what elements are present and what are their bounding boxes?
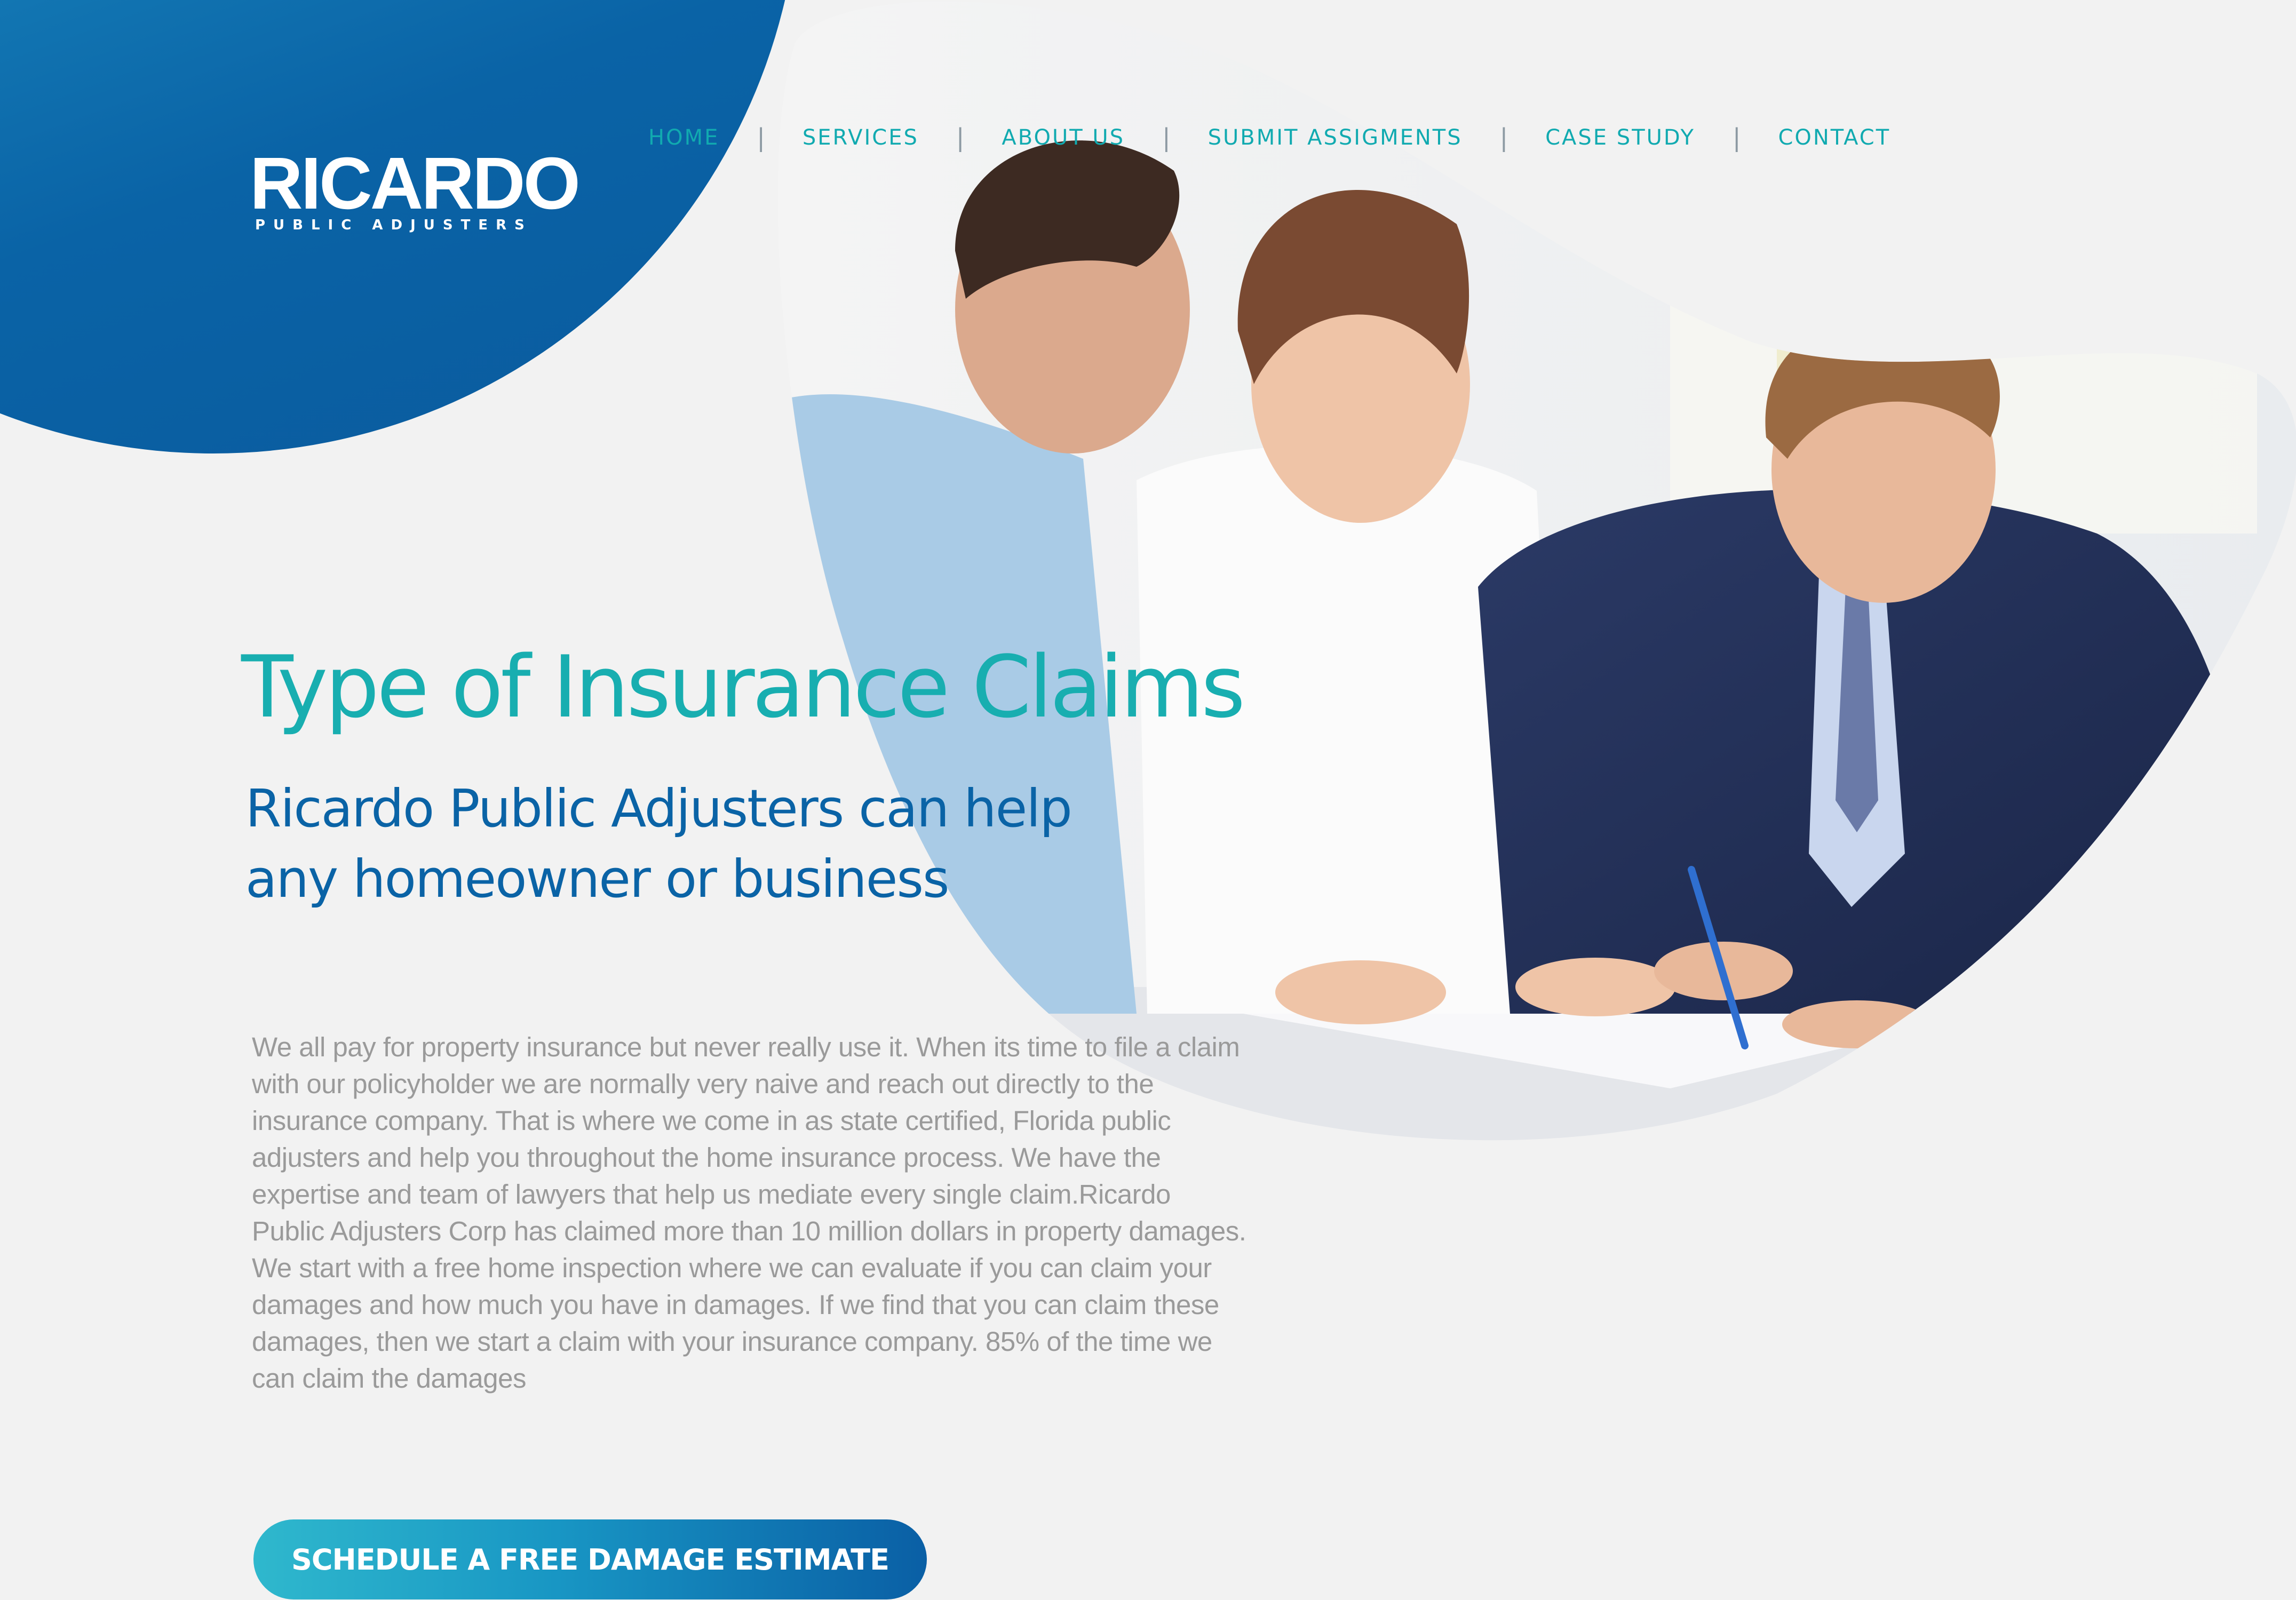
nav-separator: | (1499, 123, 1508, 152)
hero-body-text: We all pay for property insurance but ne… (252, 1032, 1246, 1394)
nav-submit-assignments[interactable]: SUBMIT ASSIGMENTS (1208, 125, 1463, 150)
main-nav: HOME | SERVICES | ABOUT US | SUBMIT ASSI… (648, 122, 1890, 154)
nav-separator: | (757, 123, 765, 152)
schedule-estimate-button[interactable]: SCHEDULE A FREE DAMAGE ESTIMATE (253, 1519, 927, 1599)
nav-home[interactable]: HOME (648, 125, 719, 150)
hero-subtitle-line-1: Ricardo Public Adjusters can help (245, 778, 1072, 839)
nav-separator: | (1162, 123, 1171, 152)
nav-case-study[interactable]: CASE STUDY (1545, 125, 1695, 150)
nav-separator: | (956, 123, 965, 152)
logo[interactable]: RICARDO PUBLIC ADJUSTERS (250, 115, 581, 237)
nav-separator: | (1732, 123, 1741, 152)
page: RICARDO PUBLIC ADJUSTERS HOME | SERVICES… (0, 0, 2296, 1600)
logo-tagline: PUBLIC ADJUSTERS (255, 217, 533, 233)
logo-wordmark: RICARDO (250, 142, 581, 225)
hero-subtitle-line-2: any homeowner or business (245, 849, 950, 909)
hero-subtitle: Ricardo Public Adjusters can help any ho… (245, 774, 1153, 914)
nav-contact[interactable]: CONTACT (1778, 125, 1890, 150)
nav-about-us[interactable]: ABOUT US (1002, 125, 1125, 150)
hero-photo (777, 1, 2296, 1141)
nav-services[interactable]: SERVICES (803, 125, 919, 150)
page-title: Type of Insurance Claims (241, 637, 1245, 737)
